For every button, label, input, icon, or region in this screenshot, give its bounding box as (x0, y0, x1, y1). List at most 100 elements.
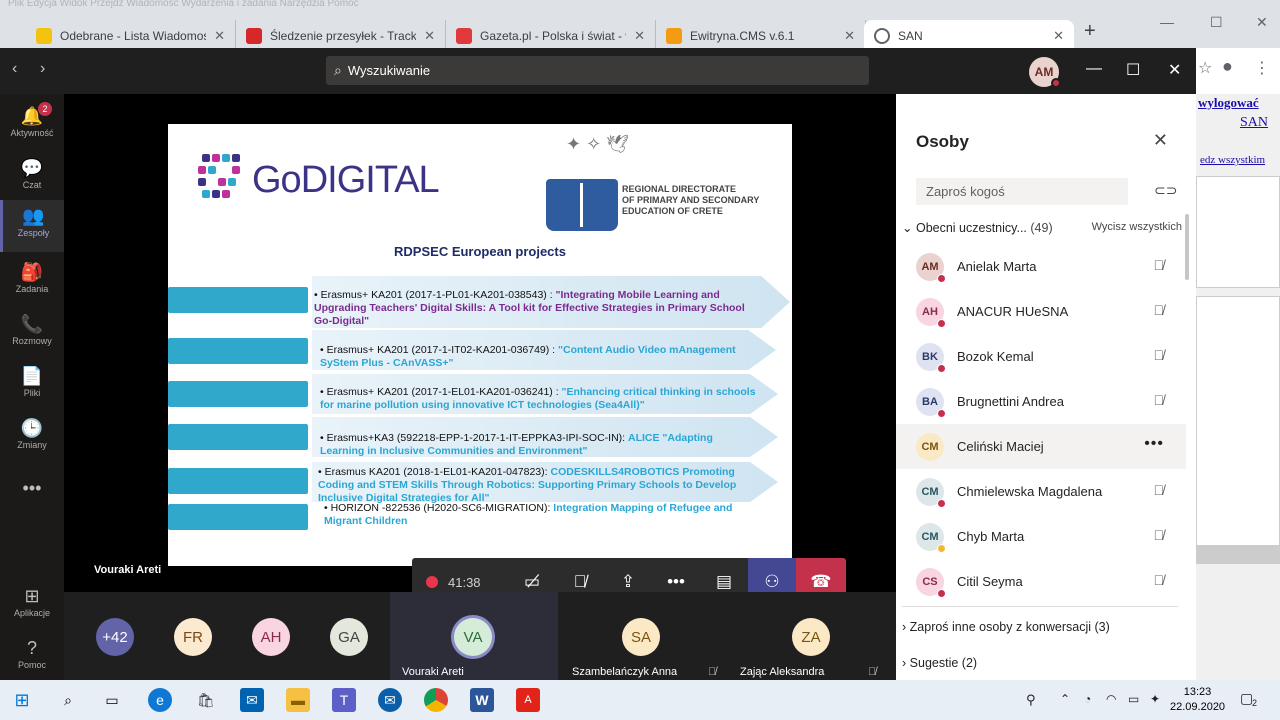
people-tray-icon[interactable]: ⚲ (1026, 692, 1036, 708)
invite-input[interactable]: Zaproś kogoś (916, 178, 1128, 205)
rail-item-help[interactable]: ? Pomoc (0, 632, 64, 684)
battery-icon[interactable]: ▭ (1128, 692, 1139, 706)
mic-off-icon[interactable]: 🎙̸ (1154, 392, 1165, 408)
rail-item-chat[interactable]: 💬 Czat (0, 152, 64, 204)
participant-row[interactable]: CM Chmielewska Magdalena 🎙̸ (896, 469, 1186, 514)
dropbox-icon[interactable]: ✦ (1150, 692, 1160, 706)
close-icon[interactable]: ✕ (214, 28, 225, 44)
folder-icon[interactable]: ▬ (286, 688, 310, 712)
present-participants-header[interactable]: ⌄ Obecni uczestnicy... (49) Wycisz wszys… (902, 220, 1192, 235)
participant-tile-speaking[interactable]: VA Vouraki Areti (390, 592, 558, 680)
avatar[interactable]: FR (174, 618, 212, 656)
more-options-icon[interactable]: ••• (1144, 435, 1164, 453)
task-view-icon[interactable]: ▭ (100, 688, 124, 712)
teams-app-icon[interactable]: T (332, 688, 356, 712)
avatar: BA (916, 388, 946, 418)
back-arrow-icon[interactable]: ‹ (12, 60, 17, 78)
participant-name: Brugnettini Andrea (957, 394, 1064, 409)
close-icon[interactable]: ✕ (634, 28, 645, 44)
new-tab-button[interactable]: + (1084, 20, 1096, 43)
participant-row-hovered[interactable]: CM Celiński Maciej ••• (896, 424, 1186, 469)
close-icon[interactable]: ✕ (424, 28, 435, 44)
mic-off-icon[interactable]: 🎙̸ (1154, 572, 1165, 588)
status-dot (937, 589, 946, 598)
avatar[interactable]: GA (330, 618, 368, 656)
account-icon[interactable]: ● (1222, 56, 1233, 77)
chevron-up-icon[interactable]: ⌃ (1060, 692, 1070, 706)
network-icon[interactable]: ◔ (1084, 692, 1091, 706)
maximize-icon[interactable]: ☐ (1210, 14, 1223, 31)
close-icon[interactable]: ✕ (1053, 28, 1064, 44)
scrollbar[interactable] (1185, 214, 1189, 280)
rail-item-apps[interactable]: ⊞ Aplikacje (0, 580, 64, 632)
participant-row[interactable]: BK Bozok Kemal 🎙̸ (896, 334, 1186, 379)
rail-item-calls[interactable]: 📞 Rozmowy (0, 308, 64, 360)
logout-link[interactable]: wylogować (1198, 95, 1259, 111)
store-icon[interactable]: 🛍 (194, 688, 218, 712)
participant-tile[interactable]: SA Szambelańczyk Anna 🎙̸ (558, 592, 726, 680)
chrome-icon[interactable] (424, 688, 448, 712)
minimize-icon[interactable]: — (1086, 60, 1102, 78)
mic-off-icon[interactable]: 🎙̸ (1154, 482, 1165, 498)
word-icon[interactable]: W (470, 688, 494, 712)
invite-from-conversation-section[interactable]: › Zaproś inne osoby z konwersacji (3) (902, 620, 1110, 634)
thunderbird-icon[interactable]: ✉ (378, 688, 402, 712)
mute-all-button[interactable]: Wycisz wszystkich (1092, 221, 1182, 233)
participant-row[interactable]: AM Anielak Marta 🎙̸ (896, 244, 1186, 289)
forward-arrow-icon[interactable]: › (40, 60, 45, 78)
acrobat-icon[interactable]: A (516, 688, 540, 712)
avatar[interactable]: AH (252, 618, 290, 656)
menu-dots-icon[interactable]: ⋮ (1254, 58, 1270, 78)
san-link[interactable]: SAN (1240, 115, 1268, 131)
search-icon[interactable]: ⌕ (56, 688, 80, 712)
project-item: • HORIZON -822536 (H2020-SC6-MIGRATION):… (324, 502, 733, 527)
participant-name: Chmielewska Magdalena (957, 484, 1103, 499)
star-icon[interactable]: ☆ (1198, 58, 1212, 78)
close-icon[interactable]: ✕ (844, 28, 855, 44)
tab-title: SAN (898, 29, 923, 43)
mic-off-icon[interactable]: 🎙̸ (1154, 302, 1165, 318)
suggestions-section[interactable]: › Sugestie (2) (902, 656, 977, 670)
rail-item-more[interactable]: ••• (0, 472, 64, 524)
more-participants-avatar[interactable]: +42 (96, 618, 134, 656)
rail-item-teams[interactable]: 👥 Zespoły (0, 200, 64, 252)
participant-tile[interactable]: ZA Zając Aleksandra 🎙̸ (726, 592, 896, 680)
windows-start-icon[interactable]: ⊞ (10, 688, 34, 712)
participant-row[interactable]: BA Brugnettini Andrea 🎙̸ (896, 379, 1186, 424)
close-window-icon[interactable]: ✕ (1256, 14, 1268, 31)
wifi-icon[interactable]: ◠ (1106, 692, 1116, 706)
edge-icon[interactable]: e (148, 688, 172, 712)
close-icon[interactable]: ✕ (1153, 130, 1168, 151)
participant-row[interactable]: CM Chyb Marta 🎙̸ (896, 514, 1186, 559)
avatar[interactable]: AM (1029, 57, 1061, 88)
project-item: • Erasmus+ KA201 (2017-1-PL01-KA201-0385… (314, 289, 745, 327)
mail-icon[interactable]: ✉ (240, 688, 264, 712)
rail-item-shifts[interactable]: 🕒 Zmiany (0, 412, 64, 464)
see-all-link[interactable]: edz wszystkim (1200, 154, 1265, 166)
mic-off-icon[interactable]: 🎙̸ (1154, 257, 1165, 273)
search-input[interactable]: ⌕ Wyszukiwanie (326, 56, 869, 85)
mic-off-icon: 🎙̸ (573, 572, 587, 591)
rail-item-activity[interactable]: 🔔 2 Aktywność (0, 100, 64, 152)
rail-item-files[interactable]: 📄 Pliki (0, 360, 64, 412)
link-icon[interactable]: ⊂⊃ (1154, 182, 1177, 199)
participant-row[interactable]: AH ANACUR HUeSNA 🎙̸ (896, 289, 1186, 334)
rail-label: Aplikacje (13, 608, 51, 618)
maximize-icon[interactable]: ☐ (1126, 60, 1140, 80)
close-window-icon[interactable]: ✕ (1168, 60, 1181, 80)
avatar: AM (916, 253, 946, 283)
avatar: AH (916, 298, 946, 328)
participants-strip: +42 FR AH GA VA Vouraki Areti SA Szambel… (64, 592, 896, 680)
rail-item-assignments[interactable]: 🎒 Zadania (0, 256, 64, 308)
mic-off-icon[interactable]: 🎙̸ (1154, 347, 1165, 363)
participant-row[interactable]: CS Citil Seyma 🎙̸ (896, 559, 1186, 604)
clock[interactable]: 13:23 22.09.2020 (1170, 685, 1225, 715)
mic-off-icon[interactable]: 🎙̸ (1154, 527, 1165, 543)
apps-icon: ⊞ (24, 586, 40, 606)
mic-off-icon: 🎙̸ (868, 666, 877, 678)
page-panel-header (1196, 546, 1280, 564)
mic-off-icon: 🎙̸ (708, 666, 717, 678)
rail-label: Zmiany (17, 440, 47, 450)
minimize-icon[interactable]: — (1160, 14, 1174, 30)
gazeta-icon (456, 28, 472, 44)
